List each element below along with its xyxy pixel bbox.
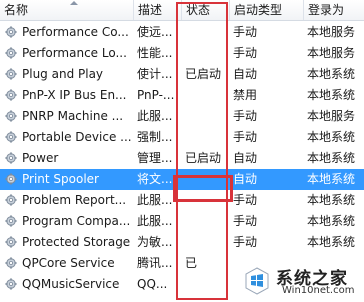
service-startup-type: 手动	[233, 193, 258, 207]
service-status	[182, 106, 230, 127]
column-header-name[interactable]: 名称	[0, 0, 134, 20]
service-name: Problem Report...	[22, 193, 127, 207]
service-log-on-as: 本地系统	[307, 193, 356, 207]
table-row[interactable]: Portable Device ... 强制... 手动 本地系统	[0, 127, 364, 148]
service-name: Protected Storage	[22, 235, 131, 249]
watermark: 系统之家 Win10net.com	[240, 262, 364, 302]
table-row[interactable]: PnP-X IP Bus En... PnP-... 禁用 本地系统	[0, 85, 364, 106]
service-description: 将文...	[137, 172, 173, 186]
service-name: PnP-X IP Bus En...	[22, 88, 127, 102]
column-header-log-on-as[interactable]: 登录为	[304, 0, 364, 20]
table-row[interactable]: Program Compa... 此服... 手动 本地系统	[0, 211, 364, 232]
service-description: 使计...	[137, 67, 173, 81]
service-startup-type: 手动	[233, 109, 258, 123]
service-startup-type: 手动	[233, 235, 258, 249]
service-status: 已启动	[185, 67, 222, 81]
table-row[interactable]: Performance Lo... 性能... 手动 本地服务	[0, 43, 364, 64]
service-log-on-as: 本地系统	[307, 172, 356, 186]
service-description: QQ...	[137, 277, 168, 291]
service-name: QQMusicService	[22, 277, 120, 291]
service-description: 性能...	[137, 46, 173, 60]
service-status	[182, 211, 230, 232]
service-log-on-as: 本地系统	[307, 67, 356, 81]
service-description: 此服...	[137, 214, 173, 228]
service-name: Power	[22, 151, 59, 165]
service-description: PnP-...	[137, 88, 175, 102]
table-row[interactable]: Performance Co... 使远... 手动 本地服务	[0, 22, 364, 43]
service-log-on-as: 本地系统	[307, 151, 356, 165]
service-description: 强制...	[137, 130, 173, 144]
service-status	[182, 232, 230, 253]
service-status	[182, 22, 230, 43]
service-name: Performance Co...	[22, 25, 129, 39]
service-status	[182, 85, 230, 106]
service-log-on-as: 本地系统	[307, 214, 356, 228]
service-status	[182, 274, 230, 295]
service-startup-type: 自动	[233, 172, 258, 186]
service-log-on-as: 本地服务	[307, 25, 356, 39]
service-name: PNRP Machine ...	[22, 109, 124, 123]
column-header-bar: 名称 描述 状态 启动类型 登录为	[0, 0, 364, 21]
service-name: Program Compa...	[22, 214, 131, 228]
service-description: 腾讯...	[137, 256, 173, 270]
column-header-startup-type[interactable]: 启动类型	[230, 0, 304, 20]
table-row[interactable]: Plug and Play 使计... 已启动 自动 本地系统	[0, 64, 364, 85]
service-status	[182, 43, 230, 64]
service-description: 管理...	[137, 151, 173, 165]
table-row[interactable]: Protected Storage 为敏... 手动 本地系统	[0, 232, 364, 253]
service-status: 已启动	[185, 151, 222, 165]
service-status	[182, 169, 230, 190]
service-name: QPCore Service	[22, 256, 115, 270]
service-status	[182, 127, 230, 148]
table-row[interactable]: Print Spooler 将文... 自动 本地系统	[0, 169, 364, 190]
column-header-description[interactable]: 描述	[134, 0, 182, 20]
table-row[interactable]: Problem Report... 此服... 手动 本地系统	[0, 190, 364, 211]
table-row[interactable]: PNRP Machine ... 此服... 手动 本地服务	[0, 106, 364, 127]
column-header-status[interactable]: 状态	[182, 0, 230, 20]
service-log-on-as: 本地系统	[307, 88, 356, 102]
service-status: 已	[185, 256, 198, 270]
service-status	[182, 190, 230, 211]
table-row[interactable]: Power 管理... 已启动 自动 本地系统	[0, 148, 364, 169]
service-log-on-as: 本地服务	[307, 109, 356, 123]
service-startup-type: 手动	[233, 25, 258, 39]
service-name: Performance Lo...	[22, 46, 127, 60]
service-description: 此服...	[137, 193, 173, 207]
service-startup-type: 禁用	[233, 88, 258, 102]
service-description: 为敏...	[137, 235, 173, 249]
service-startup-type: 手动	[233, 214, 258, 228]
service-startup-type: 自动	[233, 151, 258, 165]
service-name: Portable Device ...	[22, 130, 132, 144]
windows-logo-icon	[245, 267, 269, 295]
service-description: 此服...	[137, 109, 173, 123]
service-description: 使远...	[137, 25, 173, 39]
service-name: Plug and Play	[22, 67, 104, 81]
watermark-url: Win10net.com	[282, 285, 355, 296]
service-log-on-as: 本地系统	[307, 235, 356, 249]
service-log-on-as: 本地服务	[307, 46, 356, 60]
service-name: Print Spooler	[22, 172, 99, 186]
service-startup-type: 手动	[233, 46, 258, 60]
service-startup-type: 手动	[233, 130, 258, 144]
services-list: 名称 描述 状态 启动类型 登录为 Performance Co... 使远...…	[0, 0, 364, 302]
service-startup-type: 自动	[233, 67, 258, 81]
service-log-on-as: 本地系统	[307, 130, 356, 144]
